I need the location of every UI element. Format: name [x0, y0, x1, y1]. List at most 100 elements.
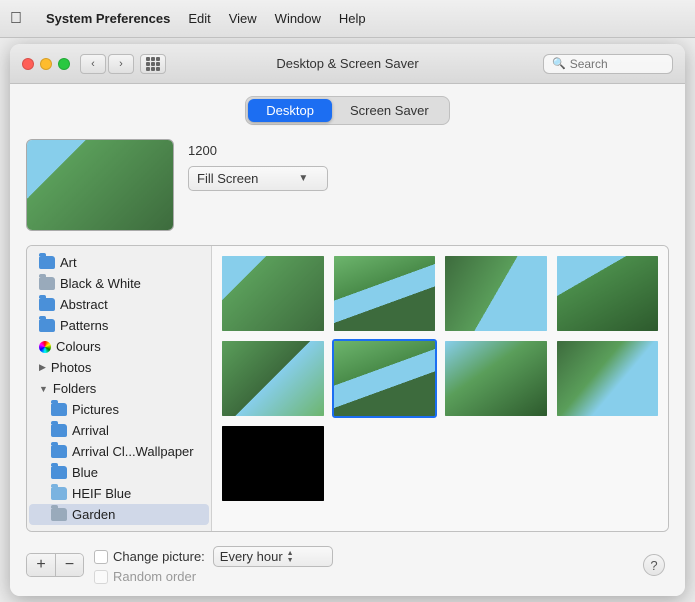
bottom-controls: Change picture: Every hour ▲ ▼ Random or…	[94, 546, 333, 584]
photo-thumb-4[interactable]	[555, 254, 661, 333]
maximize-button[interactable]	[58, 58, 70, 70]
photo-thumb-2[interactable]	[332, 254, 438, 333]
menu-edit[interactable]: Edit	[188, 11, 210, 26]
traffic-lights	[22, 58, 70, 70]
add-remove-buttons: + −	[26, 553, 84, 577]
folder-icon	[39, 319, 55, 332]
content-area: Desktop Screen Saver 1200 Fill Screen ▼	[10, 84, 685, 596]
change-picture-label: Change picture:	[113, 549, 205, 564]
thumb-image-5	[222, 341, 324, 416]
folder-icon	[51, 424, 67, 437]
photo-thumb-7[interactable]	[443, 339, 549, 418]
tab-desktop[interactable]: Desktop	[248, 99, 332, 122]
random-order-row: Random order	[94, 569, 333, 584]
close-button[interactable]	[22, 58, 34, 70]
sidebar-item-photos[interactable]: ▶ Photos	[29, 357, 209, 378]
sidebar-item-blue[interactable]: Blue	[29, 462, 209, 483]
sidebar-item-patterns[interactable]: Patterns	[29, 315, 209, 336]
preview-image	[26, 139, 174, 231]
search-input[interactable]	[570, 57, 664, 71]
folder-icon	[51, 403, 67, 416]
sidebar-item-abstract[interactable]: Abstract	[29, 294, 209, 315]
sidebar-item-label: Arrival Cl...Wallpaper	[72, 444, 194, 459]
thumb-image-4	[557, 256, 659, 331]
random-order-label: Random order	[113, 569, 196, 584]
grid-button[interactable]	[140, 54, 166, 74]
preview-controls: 1200 Fill Screen ▼	[188, 139, 328, 191]
sidebar: Art Black & White Abstract Patterns Colo…	[27, 246, 212, 531]
sidebar-item-heif-blue[interactable]: HEIF Blue	[29, 483, 209, 504]
sidebar-item-pictures[interactable]: Pictures	[29, 399, 209, 420]
sidebar-item-label: Patterns	[60, 318, 108, 333]
search-icon: 🔍	[552, 57, 566, 70]
menu-system-preferences[interactable]: System Preferences	[46, 11, 170, 26]
colour-icon	[39, 341, 51, 353]
photo-thumb-9[interactable]	[220, 424, 326, 503]
preview-row: 1200 Fill Screen ▼	[26, 139, 669, 231]
window-titlebar: ‹ › Desktop & Screen Saver 🔍	[10, 44, 685, 84]
menu-help[interactable]: Help	[339, 11, 366, 26]
sidebar-item-black-white[interactable]: Black & White	[29, 273, 209, 294]
thumb-image-8	[557, 341, 659, 416]
segmented-control: Desktop Screen Saver	[245, 96, 449, 125]
sidebar-item-garden[interactable]: Garden	[29, 504, 209, 525]
photo-thumb-5[interactable]	[220, 339, 326, 418]
thumb-image-7	[445, 341, 547, 416]
search-box[interactable]: 🔍	[543, 54, 673, 74]
nav-buttons: ‹ ›	[80, 54, 134, 74]
back-button[interactable]: ‹	[80, 54, 106, 74]
interval-select[interactable]: Every hour ▲ ▼	[213, 546, 333, 567]
fill-screen-select[interactable]: Fill Screen ▼	[188, 166, 328, 191]
forward-button[interactable]: ›	[108, 54, 134, 74]
sidebar-item-arrival-cl[interactable]: Arrival Cl...Wallpaper	[29, 441, 209, 462]
change-picture-checkbox[interactable]	[94, 550, 108, 564]
minimize-button[interactable]	[40, 58, 52, 70]
random-order-checkbox[interactable]	[94, 570, 108, 584]
sidebar-item-label: Abstract	[60, 297, 108, 312]
sidebar-item-label: Photos	[51, 360, 91, 375]
bottom-bar: + − Change picture: Every hour ▲ ▼	[26, 538, 669, 584]
menu-items:  System Preferences Edit View Window He…	[10, 10, 366, 28]
photo-thumb-3[interactable]	[443, 254, 549, 333]
folder-icon	[39, 277, 55, 290]
help-button[interactable]: ?	[643, 554, 665, 576]
sidebar-item-label: Arrival	[72, 423, 109, 438]
thumb-image-1	[222, 256, 324, 331]
interval-label: Every hour	[220, 549, 283, 564]
folder-icon	[39, 298, 55, 311]
tab-screen-saver[interactable]: Screen Saver	[332, 99, 447, 122]
apple-menu[interactable]: 	[10, 10, 22, 28]
sidebar-item-label: Black & White	[60, 276, 141, 291]
thumb-image-9	[222, 426, 324, 501]
folder-icon	[51, 466, 67, 479]
menu-window[interactable]: Window	[275, 11, 321, 26]
photo-thumb-6[interactable]	[332, 339, 438, 418]
sidebar-item-colours[interactable]: Colours	[29, 336, 209, 357]
interval-stepper: ▲ ▼	[287, 550, 294, 564]
sidebar-item-label: HEIF Blue	[72, 486, 131, 501]
photo-thumb-8[interactable]	[555, 339, 661, 418]
remove-button[interactable]: −	[55, 554, 83, 576]
photo-grid	[212, 246, 668, 531]
folder-icon	[39, 256, 55, 269]
fill-screen-arrow-icon: ▼	[298, 173, 308, 184]
menu-view[interactable]: View	[229, 11, 257, 26]
sidebar-item-label: Colours	[56, 339, 101, 354]
main-body: Art Black & White Abstract Patterns Colo…	[26, 245, 669, 532]
change-picture-checkbox-label: Change picture:	[94, 549, 205, 564]
photo-thumb-1[interactable]	[220, 254, 326, 333]
window-title: Desktop & Screen Saver	[276, 56, 418, 71]
disclosure-icon: ▶	[39, 362, 46, 373]
folder-icon	[51, 487, 67, 500]
add-button[interactable]: +	[27, 554, 55, 576]
change-picture-row: Change picture: Every hour ▲ ▼	[94, 546, 333, 567]
preview-thumbnail	[27, 140, 173, 230]
menu-bar:  System Preferences Edit View Window He…	[0, 0, 695, 38]
sidebar-item-folders[interactable]: ▼ Folders	[29, 378, 209, 399]
main-window: ‹ › Desktop & Screen Saver 🔍 Desktop Scr…	[10, 44, 685, 596]
sidebar-item-art[interactable]: Art	[29, 252, 209, 273]
thumb-image-3	[445, 256, 547, 331]
sidebar-item-arrival[interactable]: Arrival	[29, 420, 209, 441]
fill-screen-label: Fill Screen	[197, 171, 258, 186]
sidebar-item-label: Art	[60, 255, 77, 270]
